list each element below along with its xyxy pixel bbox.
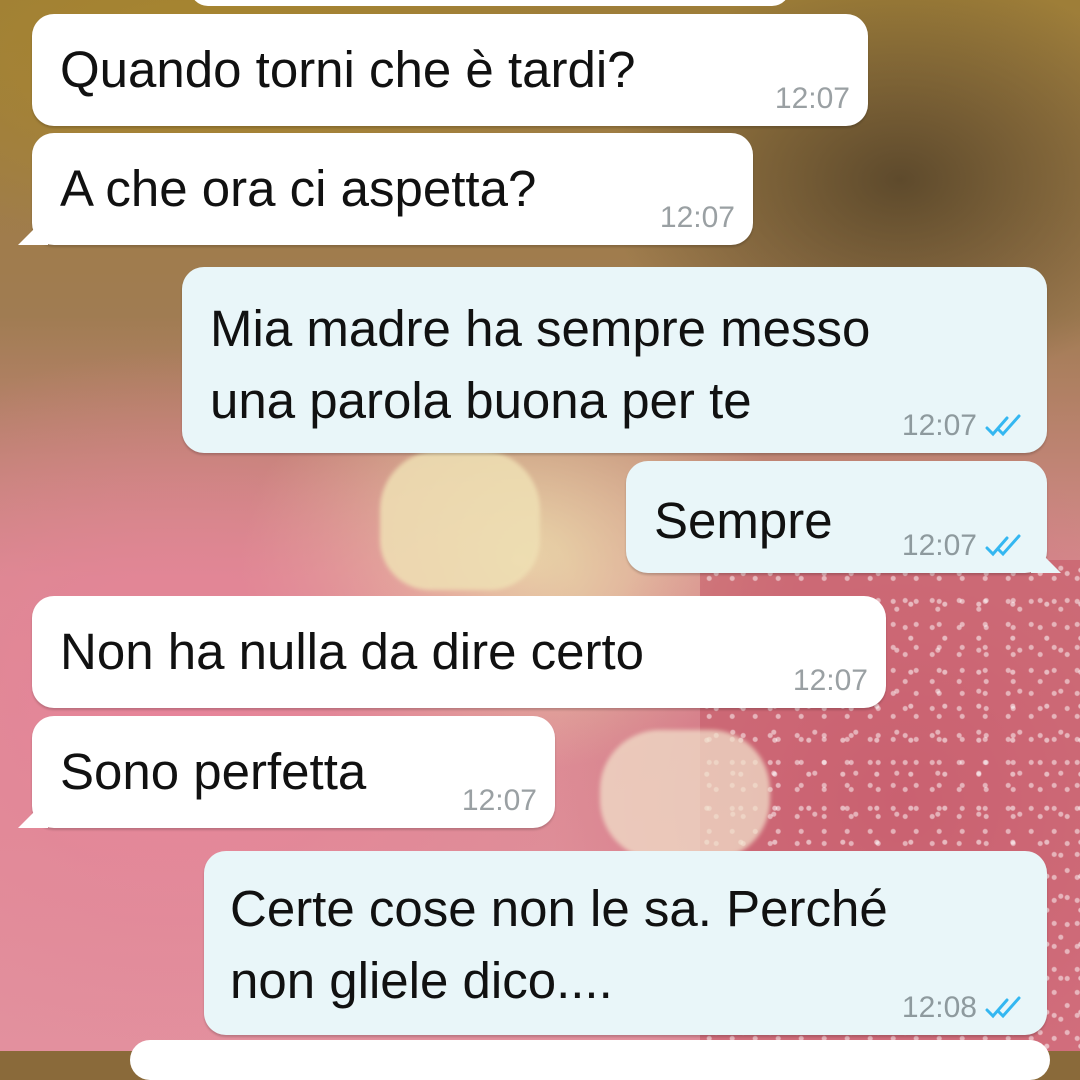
message-text: Sempre	[654, 492, 833, 549]
message-time: 12:08	[901, 991, 977, 1024]
message-time: 12:07	[774, 82, 850, 115]
message-text: Non ha nulla da dire certo	[60, 623, 645, 680]
message-bubble-outgoing[interactable]: Sempre 12:07	[626, 461, 1061, 573]
message-time: 12:07	[792, 664, 868, 697]
message-time: 12:07	[901, 529, 977, 562]
message-text: Mia madre ha sempre messo una parola buo…	[210, 300, 871, 429]
message-bubble-incoming[interactable]: A che ora ci aspetta? 12:07	[18, 133, 753, 245]
message-text: Quando torni che è tardi?	[60, 41, 636, 98]
read-ticks-icon	[985, 996, 1021, 1019]
message-text: Certe cose non le sa. Perché non gliele …	[230, 880, 888, 1009]
message-bubble-outgoing[interactable]: Certe cose non le sa. Perché non gliele …	[204, 851, 1047, 1035]
message-time: 12:07	[659, 201, 735, 234]
wallpaper-hand	[600, 730, 770, 860]
message-bubble-incoming[interactable]: Sono perfetta 12:07	[18, 716, 555, 828]
message-bubble-outgoing[interactable]: Mia madre ha sempre messo una parola buo…	[182, 267, 1047, 453]
message-meta: 12:07	[902, 529, 1029, 563]
message-meta: 12:07	[902, 409, 1029, 443]
message-meta: 12:08	[902, 991, 1029, 1025]
message-meta: 12:07	[660, 201, 735, 235]
message-bubble-partial-bottom[interactable]	[130, 1040, 1050, 1080]
message-bubble-incoming[interactable]: Quando torni che è tardi? 12:07	[32, 14, 868, 126]
message-time: 12:07	[901, 409, 977, 442]
read-ticks-icon	[985, 414, 1021, 437]
wallpaper-hand	[380, 450, 540, 590]
message-text: A che ora ci aspetta?	[60, 160, 537, 217]
message-meta: 12:07	[775, 82, 850, 116]
read-ticks-icon	[985, 534, 1021, 557]
message-time: 12:07	[461, 784, 537, 817]
message-bubble-incoming[interactable]: Non ha nulla da dire certo 12:07	[32, 596, 886, 708]
message-meta: 12:07	[793, 664, 868, 698]
message-meta: 12:07	[462, 784, 537, 818]
message-text: Sono perfetta	[60, 743, 367, 800]
message-bubble-partial-top[interactable]	[190, 0, 790, 6]
